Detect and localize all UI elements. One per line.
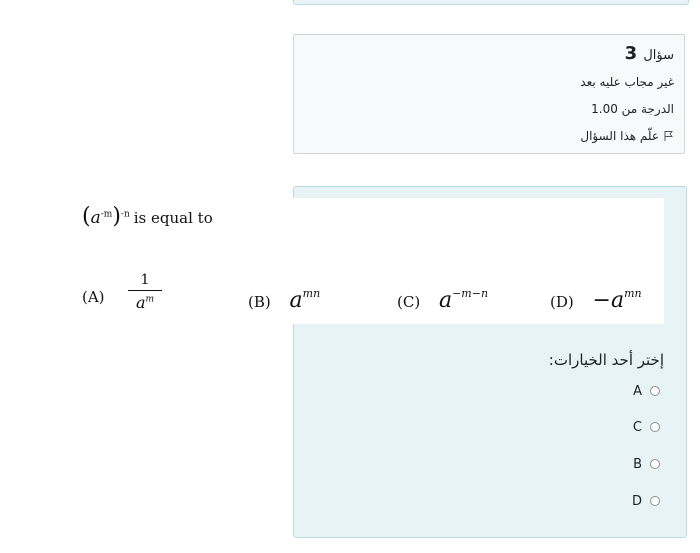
question-status: غير مجاب عليه بعد [580,75,674,89]
stem-outer-exponent: -n [120,209,130,220]
choice-d[interactable]: D [610,492,660,510]
previous-question-panel [293,0,689,5]
question-label: سؤال [643,48,674,63]
option-a-base: a [135,293,146,312]
radio-c[interactable] [650,422,660,432]
flag-label: علّم هذا السؤال [580,129,659,143]
option-a-numerator: 1 [140,272,150,288]
stem-base: a [90,208,101,228]
question-number: 3 [624,43,638,64]
option-b-exponent: mn [302,287,321,300]
question-image: (a-m)-n is equal to (A) 1 am (B) amn (C) … [70,198,664,324]
stem-inner-exponent: -m [100,209,113,220]
option-d: (D) −amn [550,287,642,313]
option-a-expression: 1 am [128,272,162,312]
flag-question-link[interactable]: علّم هذا السؤال [580,129,674,143]
option-c: (C) a−m−n [397,287,489,313]
option-c-exponent: −m−n [452,287,489,300]
choice-b[interactable]: B [610,455,660,473]
choice-d-label: D [631,493,642,509]
radio-b[interactable] [650,459,660,469]
option-b-base: a [289,288,303,313]
option-d-letter: (D) [550,293,574,311]
choice-a[interactable]: A [610,382,660,400]
option-b: (B) amn [248,287,321,313]
question-grade: الدرجة من 1.00 [591,102,674,116]
option-c-letter: (C) [397,293,421,311]
question-info-panel: سؤال 3 غير مجاب عليه بعد الدرجة من 1.00 … [293,34,685,154]
radio-a[interactable] [650,386,660,396]
flag-icon [664,131,673,141]
option-d-exponent: mn [624,287,642,300]
option-d-base: −a [592,288,625,313]
choice-b-label: B [633,456,642,472]
question-heading: سؤال 3 [304,43,674,64]
option-c-base: a [438,288,453,313]
question-stem: (a-m)-n is equal to [82,204,213,229]
choice-c-label: C [632,419,642,435]
stem-text: is equal to [133,209,213,227]
option-a-letter: (A) [82,288,105,306]
choice-a-label: A [633,383,642,399]
radio-d[interactable] [650,496,660,506]
choice-c[interactable]: C [610,418,660,436]
answer-prompt: إختر أحد الخيارات: [548,351,664,369]
option-a-exponent: m [145,294,155,305]
option-b-letter: (B) [248,293,271,311]
